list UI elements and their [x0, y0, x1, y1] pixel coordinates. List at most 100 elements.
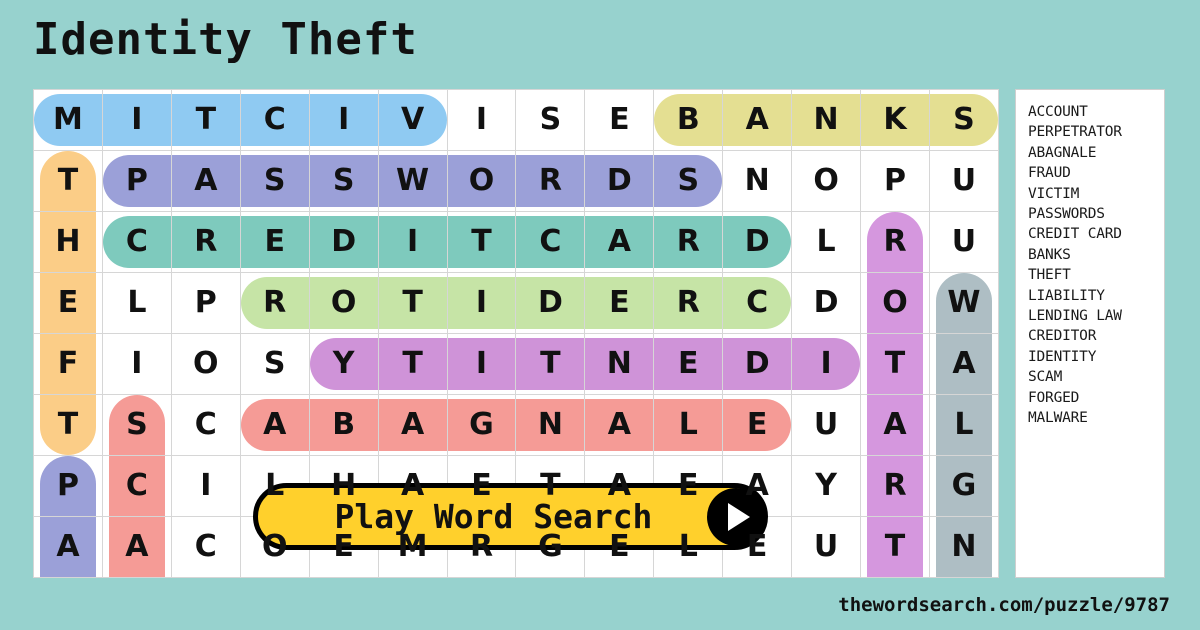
grid-cell[interactable]: T	[378, 334, 448, 395]
grid-cell[interactable]: A	[861, 395, 930, 456]
grid-cell[interactable]: R	[171, 212, 241, 273]
grid-cell[interactable]: C	[240, 90, 310, 151]
grid-cell[interactable]: S	[309, 151, 379, 212]
grid-cell[interactable]: P	[34, 456, 103, 517]
grid-cell[interactable]: A	[929, 334, 999, 395]
grid-row: ELPROTIDERCDOW	[34, 273, 999, 334]
grid-cell[interactable]: T	[447, 212, 517, 273]
grid-cell[interactable]: U	[929, 212, 999, 273]
grid-cell[interactable]: T	[861, 334, 930, 395]
grid-cell[interactable]: I	[447, 90, 517, 151]
grid-cell[interactable]: I	[447, 273, 517, 334]
grid-cell[interactable]: G	[447, 395, 517, 456]
grid-cell[interactable]: M	[34, 90, 103, 151]
grid-cell[interactable]: E	[240, 212, 310, 273]
grid-cell[interactable]: L	[654, 395, 724, 456]
grid-cell[interactable]: B	[309, 395, 379, 456]
grid-cell[interactable]: A	[171, 151, 241, 212]
grid-cell[interactable]: O	[792, 151, 862, 212]
grid-cell[interactable]: W	[378, 151, 448, 212]
grid-cell[interactable]: D	[792, 273, 862, 334]
grid-cell[interactable]: A	[102, 517, 172, 578]
grid-cell[interactable]: E	[723, 395, 793, 456]
grid-cell[interactable]: P	[102, 151, 172, 212]
grid-cell[interactable]: S	[929, 90, 999, 151]
grid-cell[interactable]: T	[516, 334, 586, 395]
word-list-item: FORGED	[1028, 389, 1080, 406]
grid-cell[interactable]: C	[171, 517, 241, 578]
grid-cell[interactable]: C	[723, 273, 793, 334]
grid-cell[interactable]: I	[102, 334, 172, 395]
grid-cell[interactable]: I	[447, 334, 517, 395]
grid-cell[interactable]: T	[861, 517, 930, 578]
grid-cell[interactable]: S	[240, 334, 310, 395]
grid-cell[interactable]: W	[929, 273, 999, 334]
word-list-item: PERPETRATOR	[1028, 124, 1122, 141]
grid-cell[interactable]: Y	[792, 456, 862, 517]
grid-cell[interactable]: U	[792, 395, 862, 456]
grid-cell[interactable]: V	[378, 90, 448, 151]
grid-cell[interactable]: N	[792, 90, 862, 151]
grid-cell[interactable]: A	[585, 395, 655, 456]
grid-cell[interactable]: C	[171, 395, 241, 456]
grid-cell[interactable]: T	[34, 151, 103, 212]
grid-cell[interactable]: T	[34, 395, 103, 456]
grid-cell[interactable]: A	[378, 395, 448, 456]
grid-cell[interactable]: D	[309, 212, 379, 273]
grid-cell[interactable]: C	[102, 212, 172, 273]
grid-cell[interactable]: Y	[309, 334, 379, 395]
grid-cell[interactable]: O	[447, 151, 517, 212]
grid-cell[interactable]: K	[861, 90, 930, 151]
grid-cell[interactable]: E	[585, 90, 655, 151]
grid-cell[interactable]: N	[516, 395, 586, 456]
grid-cell[interactable]: P	[171, 273, 241, 334]
grid-cell[interactable]: U	[792, 517, 862, 578]
grid-cell[interactable]: N	[723, 151, 793, 212]
grid-cell[interactable]: A	[585, 212, 655, 273]
grid-cell[interactable]: N	[585, 334, 655, 395]
grid-cell[interactable]: S	[240, 151, 310, 212]
grid-cell[interactable]: R	[654, 212, 724, 273]
grid-cell[interactable]: A	[34, 517, 103, 578]
grid-cell[interactable]: I	[378, 212, 448, 273]
grid-cell[interactable]: L	[792, 212, 862, 273]
grid-cell[interactable]: O	[861, 273, 930, 334]
grid-cell[interactable]: O	[309, 273, 379, 334]
grid-letter: P	[56, 468, 79, 503]
grid-cell[interactable]: G	[929, 456, 999, 517]
grid-cell[interactable]: C	[102, 456, 172, 517]
grid-cell[interactable]: D	[723, 212, 793, 273]
grid-cell[interactable]: I	[102, 90, 172, 151]
grid-cell[interactable]: S	[102, 395, 172, 456]
grid-cell[interactable]: L	[929, 395, 999, 456]
grid-cell[interactable]: H	[34, 212, 103, 273]
grid-cell[interactable]: R	[516, 151, 586, 212]
grid-cell[interactable]: L	[102, 273, 172, 334]
grid-cell[interactable]: D	[585, 151, 655, 212]
grid-cell[interactable]: T	[378, 273, 448, 334]
grid-cell[interactable]: U	[929, 151, 999, 212]
grid-cell[interactable]: B	[654, 90, 724, 151]
grid-cell[interactable]: I	[792, 334, 862, 395]
grid-cell[interactable]: S	[654, 151, 724, 212]
grid-cell[interactable]: P	[861, 151, 930, 212]
grid-cell[interactable]: F	[34, 334, 103, 395]
grid-cell[interactable]: I	[171, 456, 241, 517]
grid-cell[interactable]: O	[171, 334, 241, 395]
grid-cell[interactable]: R	[654, 273, 724, 334]
grid-cell[interactable]: A	[723, 90, 793, 151]
grid-cell[interactable]: I	[309, 90, 379, 151]
grid-cell[interactable]: T	[171, 90, 241, 151]
grid-cell[interactable]: R	[861, 456, 930, 517]
grid-cell[interactable]: E	[654, 334, 724, 395]
grid-cell[interactable]: D	[516, 273, 586, 334]
grid-cell[interactable]: E	[585, 273, 655, 334]
grid-cell[interactable]: A	[240, 395, 310, 456]
grid-cell[interactable]: D	[723, 334, 793, 395]
grid-cell[interactable]: E	[34, 273, 103, 334]
grid-cell[interactable]: S	[516, 90, 586, 151]
grid-cell[interactable]: N	[929, 517, 999, 578]
grid-cell[interactable]: R	[240, 273, 310, 334]
grid-cell[interactable]: C	[516, 212, 586, 273]
grid-cell[interactable]: R	[861, 212, 930, 273]
